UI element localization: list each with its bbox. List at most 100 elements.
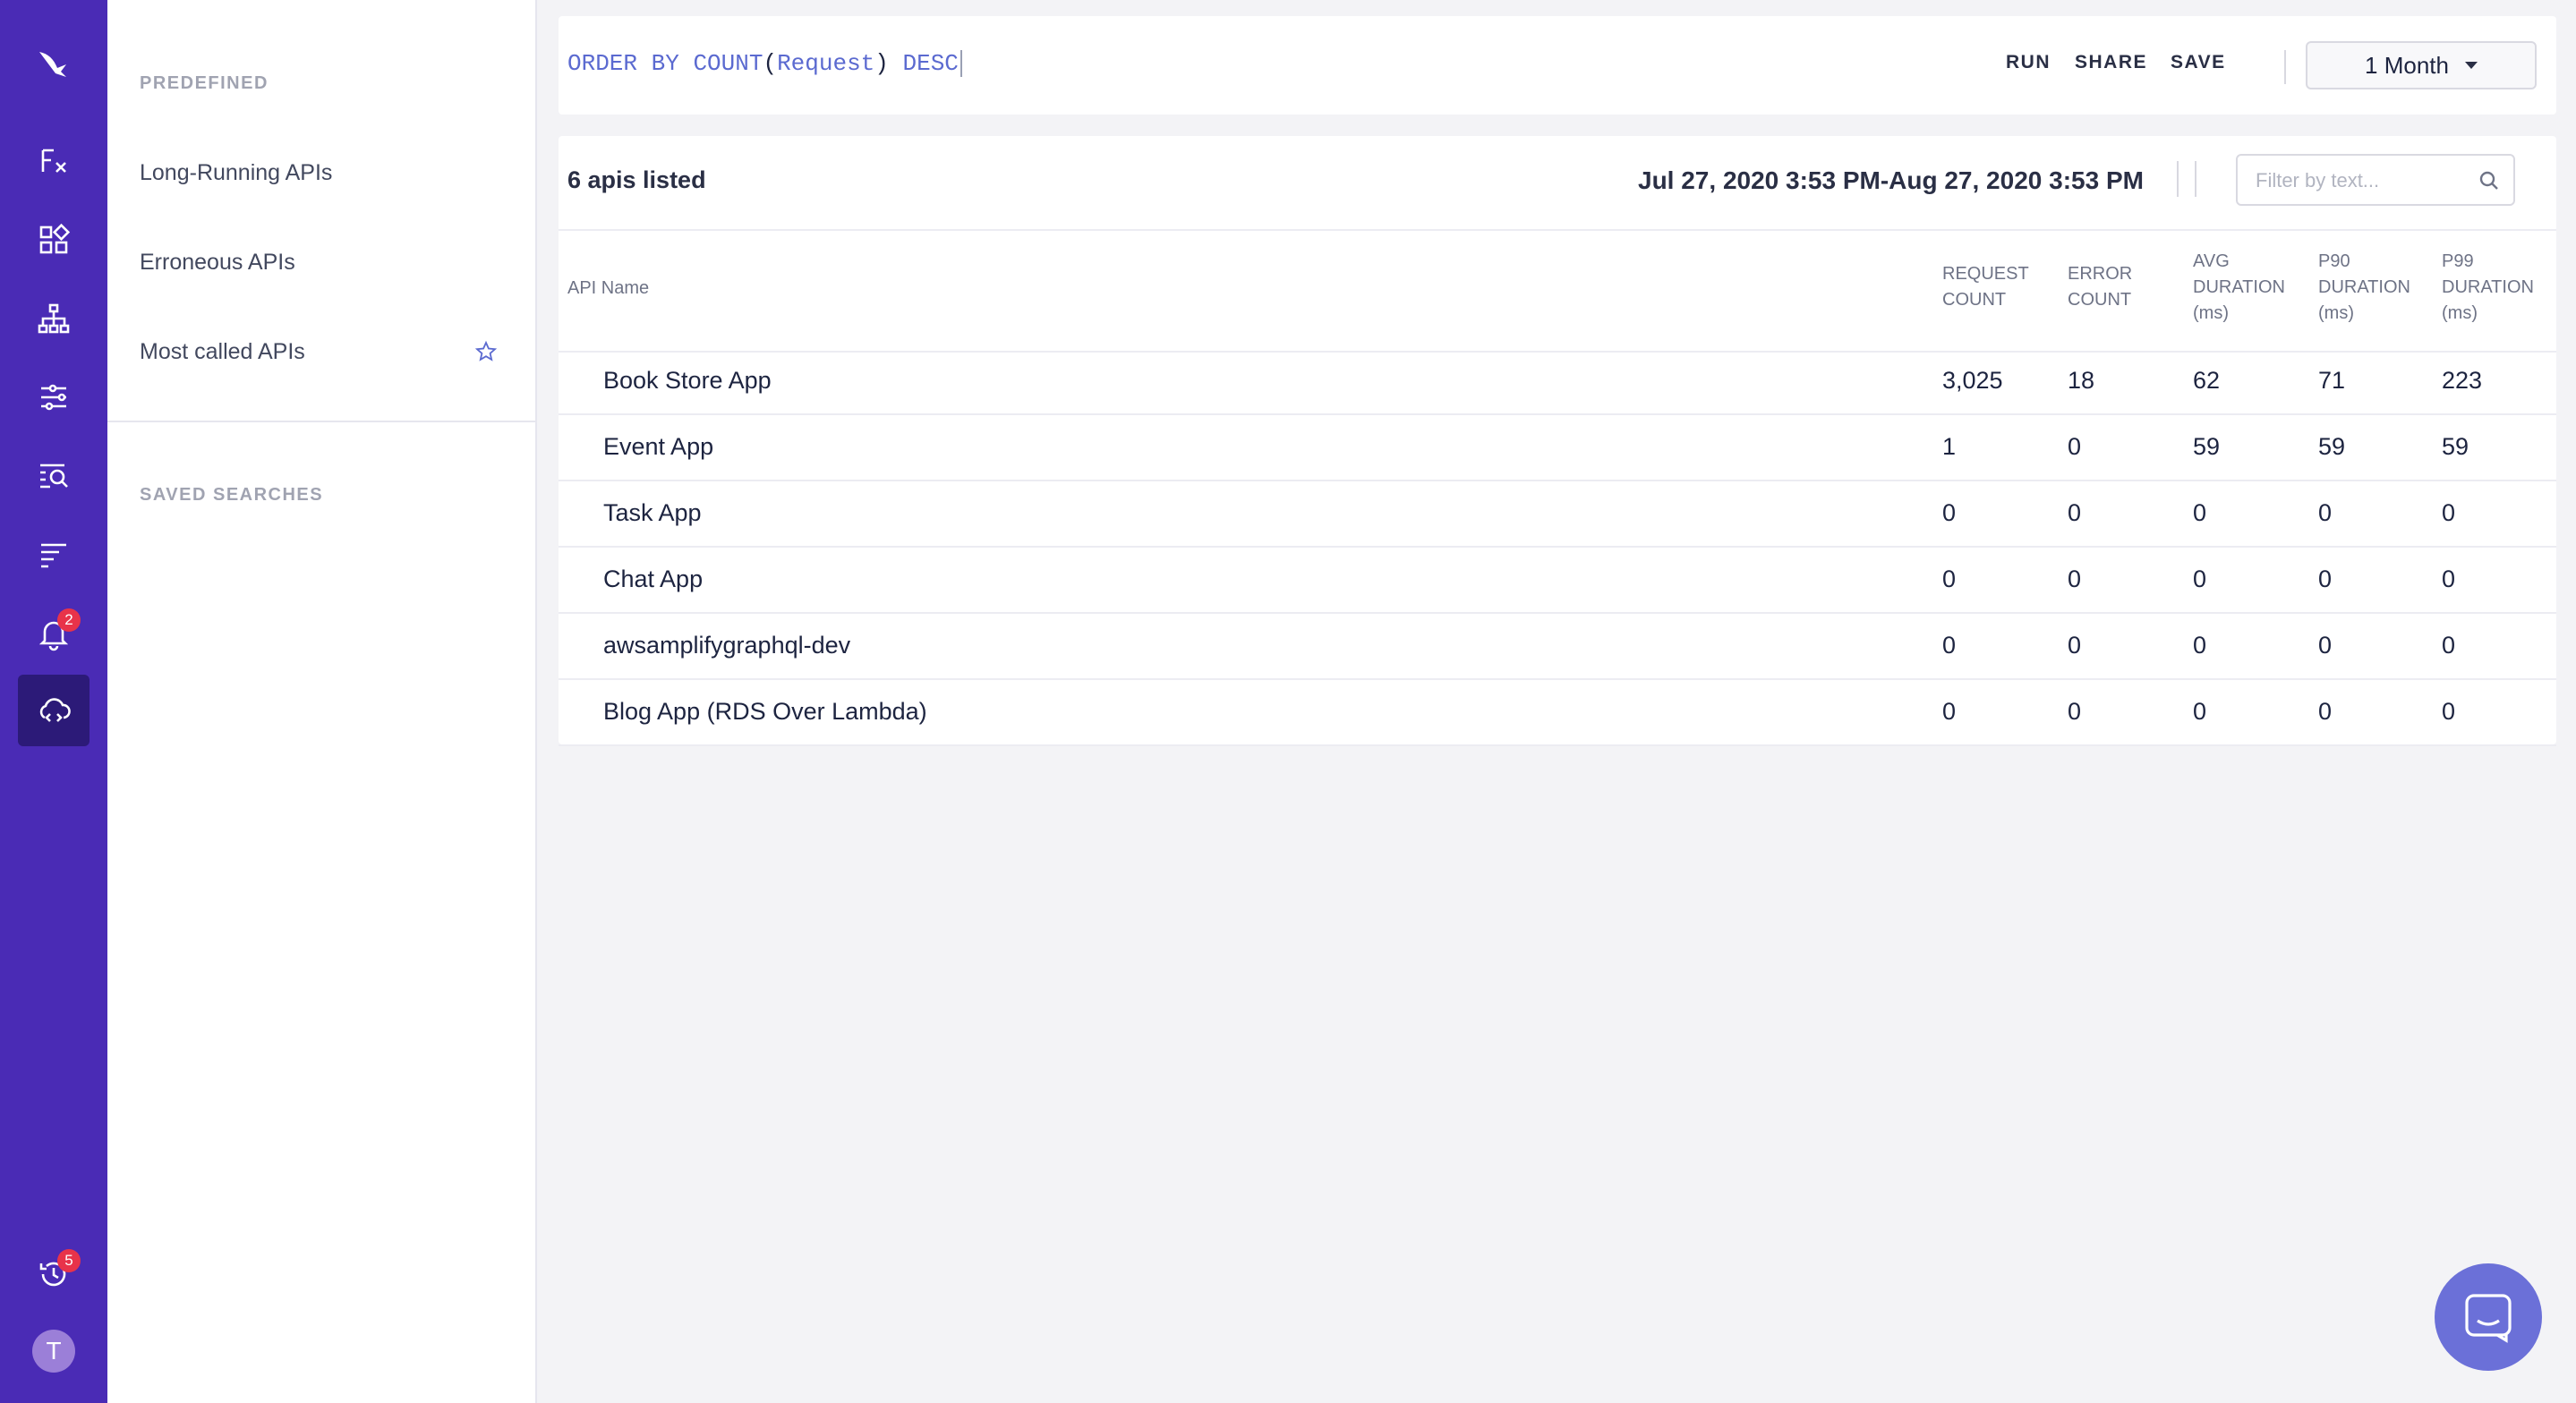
saved-searches-panel: PREDEFINED Long-Running APIs Erroneous A… xyxy=(107,0,537,1403)
query-editor[interactable]: ORDER BY COUNT(Request) DESC xyxy=(567,50,962,78)
query-paren-open: ( xyxy=(763,50,778,77)
caret-down-icon xyxy=(2464,62,2478,69)
query-keyword: DESC xyxy=(902,50,959,77)
functions-icon[interactable] xyxy=(18,125,90,197)
date-range: Jul 27, 2020 3:53 PM-Aug 27, 2020 3:53 P… xyxy=(1638,166,2144,194)
chat-icon xyxy=(2465,1294,2512,1343)
sidebar-item-long-running-apis[interactable]: Long-Running APIs xyxy=(140,146,498,200)
query-paren-close: ) xyxy=(874,50,889,77)
avatar[interactable]: T xyxy=(32,1330,75,1373)
notification-badge: 2 xyxy=(57,608,81,632)
cell-error-count: 0 xyxy=(2068,698,2082,725)
query-keyword: ORDER BY xyxy=(567,50,679,77)
sidebar-item-label: Long-Running APIs xyxy=(140,159,333,185)
filter-input[interactable] xyxy=(2254,165,2472,197)
run-button[interactable]: RUN xyxy=(2006,52,2051,73)
cell-request-count: 0 xyxy=(1942,698,1957,725)
cell-p99-duration: 59 xyxy=(2442,433,2469,460)
logo-icon[interactable] xyxy=(18,27,90,98)
header-line: P90 xyxy=(2318,251,2350,271)
time-range-dropdown[interactable]: 1 Month xyxy=(2306,41,2537,89)
column-header-error-count[interactable]: ERROR COUNT xyxy=(2068,261,2132,313)
star-icon[interactable] xyxy=(474,340,498,363)
header-line: (ms) xyxy=(2193,303,2229,323)
api-cloud-icon[interactable] xyxy=(18,675,90,746)
search-icon[interactable] xyxy=(2478,169,2501,192)
cell-api-name: Task App xyxy=(603,499,702,526)
filter-field xyxy=(2236,154,2515,206)
divider xyxy=(2195,161,2196,197)
history-button[interactable]: 5 xyxy=(18,1238,90,1310)
query-function: COUNT xyxy=(693,50,763,77)
column-header-api-name[interactable]: API Name xyxy=(567,276,649,302)
text-cursor xyxy=(960,50,962,78)
query-argument: Request xyxy=(777,50,875,77)
divider xyxy=(2284,50,2286,84)
header-line: COUNT xyxy=(1942,290,2007,310)
header-line: DURATION xyxy=(2442,277,2534,297)
cell-error-count: 0 xyxy=(2068,433,2082,460)
header-line: (ms) xyxy=(2442,303,2478,323)
header-line: AVG xyxy=(2193,251,2230,271)
cell-p90-duration: 0 xyxy=(2318,698,2333,725)
list-icon[interactable] xyxy=(18,519,90,591)
table-row[interactable]: Blog App (RDS Over Lambda) 0 0 0 0 0 xyxy=(559,680,2556,746)
table-row[interactable]: awsamplifygraphql-dev 0 0 0 0 0 xyxy=(559,614,2556,680)
cell-api-name: Book Store App xyxy=(603,367,772,394)
header-line: (ms) xyxy=(2318,303,2354,323)
table-header: API Name REQUEST COUNT ERROR COUNT AVG D… xyxy=(559,229,2556,353)
search-logs-icon[interactable] xyxy=(18,440,90,512)
column-header-p90-duration[interactable]: P90 DURATION (ms) xyxy=(2318,249,2410,327)
table-row[interactable]: Chat App 0 0 0 0 0 xyxy=(559,548,2556,614)
predefined-title: PREDEFINED xyxy=(140,73,269,93)
result-count: 6 apis listed xyxy=(567,166,706,193)
time-range-value: 1 Month xyxy=(2365,51,2449,79)
cell-p90-duration: 0 xyxy=(2318,632,2333,659)
architecture-icon[interactable] xyxy=(18,283,90,354)
cell-error-count: 0 xyxy=(2068,499,2082,526)
share-button[interactable]: SHARE xyxy=(2075,52,2147,73)
column-header-request-count[interactable]: REQUEST COUNT xyxy=(1942,261,2029,313)
notifications-button[interactable]: 2 xyxy=(18,598,90,669)
cell-p90-duration: 59 xyxy=(2318,433,2346,460)
header-line: ERROR xyxy=(2068,264,2133,284)
column-header-avg-duration[interactable]: AVG DURATION (ms) xyxy=(2193,249,2285,327)
cell-avg-duration: 0 xyxy=(2193,632,2207,659)
cell-p99-duration: 0 xyxy=(2442,499,2456,526)
cell-api-name: Chat App xyxy=(603,565,704,592)
cell-p99-duration: 0 xyxy=(2442,698,2456,725)
cell-avg-duration: 0 xyxy=(2193,698,2207,725)
query-bar: ORDER BY COUNT(Request) DESC RUN SHARE S… xyxy=(559,16,2556,115)
cell-p99-duration: 223 xyxy=(2442,367,2483,394)
icon-rail: 2 5 T xyxy=(0,0,107,1403)
table-row[interactable]: Event App 1 0 59 59 59 xyxy=(559,415,2556,481)
cell-request-count: 3,025 xyxy=(1942,367,2003,394)
cell-request-count: 0 xyxy=(1942,565,1957,592)
cell-p90-duration: 0 xyxy=(2318,499,2333,526)
filters-icon[interactable] xyxy=(18,361,90,433)
dashboard-icon[interactable] xyxy=(18,204,90,276)
history-badge: 5 xyxy=(57,1249,81,1272)
cell-p90-duration: 71 xyxy=(2318,367,2346,394)
column-header-p99-duration[interactable]: P99 DURATION (ms) xyxy=(2442,249,2534,327)
sidebar-item-most-called-apis[interactable]: Most called APIs xyxy=(140,325,498,378)
cell-error-count: 18 xyxy=(2068,367,2095,394)
divider xyxy=(2177,161,2179,197)
header-line: DURATION xyxy=(2193,277,2285,297)
sidebar-item-erroneous-apis[interactable]: Erroneous APIs xyxy=(140,235,498,289)
sidebar-item-label: Erroneous APIs xyxy=(140,249,295,275)
sidebar-item-label: Most called APIs xyxy=(140,338,305,364)
header-line: COUNT xyxy=(2068,290,2132,310)
cell-avg-duration: 0 xyxy=(2193,499,2207,526)
cell-request-count: 0 xyxy=(1942,632,1957,659)
header-line: REQUEST xyxy=(1942,264,2029,284)
table-row[interactable]: Book Store App 3,025 18 62 71 223 xyxy=(559,349,2556,415)
cell-avg-duration: 0 xyxy=(2193,565,2207,592)
save-button[interactable]: SAVE xyxy=(2171,52,2226,73)
header-line: DURATION xyxy=(2318,277,2410,297)
table-row[interactable]: Task App 0 0 0 0 0 xyxy=(559,481,2556,548)
cell-request-count: 0 xyxy=(1942,499,1957,526)
chat-launcher-button[interactable] xyxy=(2435,1263,2542,1371)
divider xyxy=(107,421,535,422)
cell-error-count: 0 xyxy=(2068,565,2082,592)
